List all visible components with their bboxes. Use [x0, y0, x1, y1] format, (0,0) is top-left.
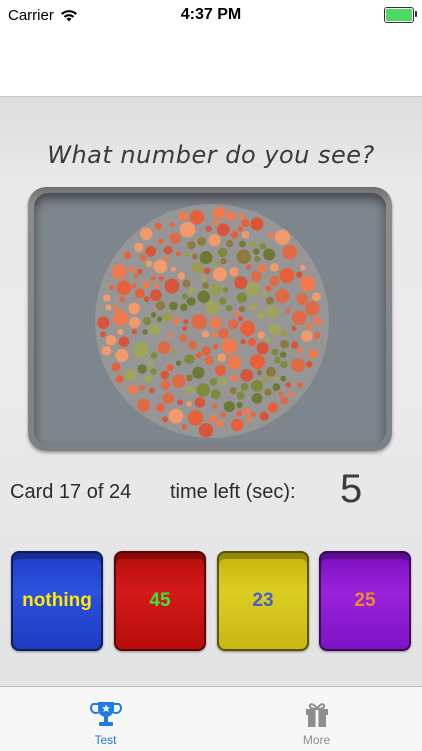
tab-bar: Test More [0, 686, 422, 751]
tab-label: More [302, 733, 331, 747]
answer-label: 45 [149, 590, 171, 611]
tab-test[interactable]: Test [0, 687, 211, 751]
answer-label: 25 [354, 590, 376, 611]
answer-label: 23 [252, 590, 274, 611]
ishihara-plate [95, 204, 329, 438]
answer-45-button[interactable]: 45 [114, 551, 206, 651]
trophy-icon [89, 702, 122, 726]
card-counter: Card 17 of 24 [10, 481, 132, 503]
time-left-value: 5 [340, 467, 363, 511]
battery-level [386, 9, 412, 21]
answer-23-button[interactable]: 23 [217, 551, 309, 651]
answer-25-button[interactable]: 25 [319, 551, 411, 651]
battery-icon [384, 7, 417, 23]
tab-more[interactable]: More [211, 687, 422, 751]
status-bar: Carrier 4:37 PM [0, 0, 422, 30]
time-left-label: time left (sec): [170, 481, 296, 503]
gift-icon [305, 703, 328, 727]
test-panel: What number do you see? Card 17 of 24 ti… [0, 96, 422, 687]
status-time: 4:37 PM [180, 6, 242, 23]
answer-nothing-button[interactable]: nothing [11, 551, 103, 651]
tab-label: Test [94, 733, 117, 747]
plate-inner [34, 193, 386, 445]
answer-label: nothing [22, 590, 92, 611]
question-title: What number do you see? [47, 141, 375, 169]
plate-frame [28, 187, 392, 451]
